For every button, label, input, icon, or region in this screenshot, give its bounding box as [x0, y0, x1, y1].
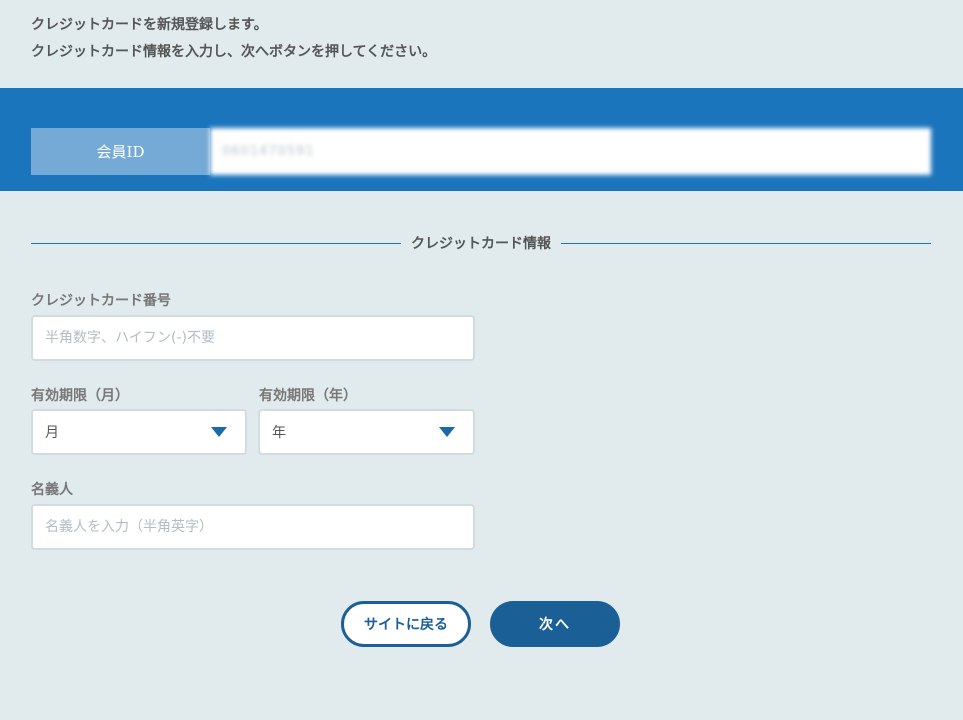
- expiry-year-value: 年: [272, 425, 286, 441]
- expiry-month-select[interactable]: 月: [31, 409, 247, 455]
- section-heading: クレジットカード情報: [31, 230, 931, 256]
- caret-down-icon: [439, 427, 455, 437]
- holder-name-input[interactable]: [31, 504, 475, 550]
- divider-left: [31, 242, 401, 244]
- member-id-value: 0601470591: [210, 128, 931, 175]
- holder-name-label: 名義人: [31, 482, 73, 498]
- back-to-site-button[interactable]: サイトに戻る: [341, 601, 471, 647]
- expiry-month-value: 月: [45, 425, 59, 441]
- caret-down-icon: [211, 427, 227, 437]
- divider-right: [561, 242, 931, 244]
- member-id-band: 会員ID 0601470591: [0, 88, 963, 191]
- card-number-input[interactable]: [31, 315, 475, 361]
- intro-text: クレジットカードを新規登録します。 クレジットカード情報を入力し、次へボタンを押…: [31, 12, 931, 66]
- intro-line-2: クレジットカード情報を入力し、次へボタンを押してください。: [31, 44, 437, 60]
- section-title: クレジットカード情報: [411, 236, 551, 252]
- expiry-month-label: 有効期限（月）: [31, 388, 129, 404]
- expiry-year-select[interactable]: 年: [258, 409, 475, 455]
- member-id-label: 会員ID: [31, 128, 210, 175]
- card-number-label: クレジットカード番号: [31, 293, 171, 309]
- expiry-year-label: 有効期限（年）: [259, 388, 357, 404]
- intro-line-1: クレジットカードを新規登録します。: [31, 17, 268, 33]
- next-button[interactable]: 次へ: [490, 601, 620, 647]
